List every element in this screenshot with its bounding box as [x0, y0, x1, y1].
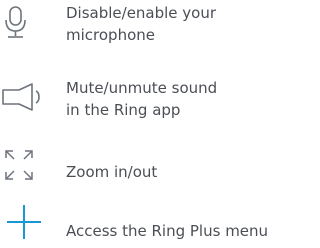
zoom-description: Zoom in/out	[66, 161, 157, 183]
icon-legend: Disable/enable your microphone Mute/unmu…	[0, 0, 318, 248]
sound-description-line-2: in the Ring app	[66, 101, 181, 119]
legend-item-zoom: Zoom in/out	[0, 140, 318, 196]
plus-menu-description-line-1: Access the Ring Plus menu	[66, 222, 269, 240]
zoom-description-line-1: Zoom in/out	[66, 163, 158, 181]
legend-item-microphone: Disable/enable your microphone	[0, 0, 318, 60]
sound-description-line-1: Mute/unmute sound	[66, 79, 218, 97]
microphone-icon	[4, 6, 28, 40]
plus-icon	[6, 204, 42, 240]
sound-description: Mute/unmute sound in the Ring app	[66, 77, 217, 121]
legend-item-plus-menu: Access the Ring Plus menu	[0, 204, 318, 248]
legend-item-sound: Mute/unmute sound in the Ring app	[0, 76, 318, 126]
microphone-description-line-1: Disable/enable your	[66, 4, 217, 22]
microphone-description-line-2: microphone	[66, 26, 155, 44]
zoom-arrows-icon	[5, 150, 33, 180]
speaker-icon	[2, 83, 48, 111]
plus-menu-description: Access the Ring Plus menu	[66, 220, 268, 242]
microphone-description: Disable/enable your microphone	[66, 2, 216, 46]
